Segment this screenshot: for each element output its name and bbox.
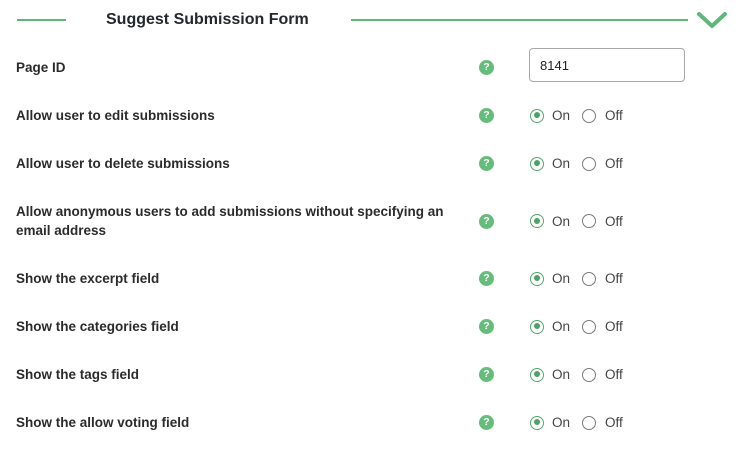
help-icon[interactable]: ?	[479, 108, 494, 123]
section-header: Suggest Submission Form	[0, 0, 740, 44]
radio-off-label[interactable]: Off	[605, 317, 623, 336]
header-divider-left	[17, 19, 66, 21]
radio-off[interactable]	[582, 415, 596, 430]
page-id-input[interactable]	[529, 48, 685, 82]
help-icon[interactable]: ?	[479, 213, 494, 229]
chevron-down-icon[interactable]	[695, 7, 729, 33]
setting-label: Allow user to delete submissions	[16, 156, 230, 171]
radio-on-label[interactable]: On	[552, 269, 570, 288]
setting-label: Show the allow voting field	[16, 415, 190, 430]
section-title: Suggest Submission Form	[106, 11, 309, 28]
radio-on-label[interactable]: On	[552, 413, 570, 432]
help-icon[interactable]: ?	[479, 415, 494, 430]
radio-off-label[interactable]: Off	[605, 106, 623, 125]
radio-off-label[interactable]: Off	[605, 413, 623, 432]
radio-off[interactable]	[582, 367, 596, 382]
radio-off[interactable]	[582, 108, 596, 123]
radio-off-label[interactable]: Off	[605, 365, 623, 384]
radio-on[interactable]	[530, 214, 544, 228]
radio-off[interactable]	[582, 156, 596, 171]
radio-on-label[interactable]: On	[552, 106, 570, 125]
help-icon[interactable]: ?	[479, 156, 494, 171]
setting-label: Allow user to edit submissions	[16, 108, 215, 123]
help-icon[interactable]: ?	[479, 60, 494, 75]
radio-off[interactable]	[582, 319, 596, 334]
header-divider-right	[351, 19, 688, 21]
help-icon[interactable]: ?	[479, 319, 494, 334]
setting-label: Page ID	[16, 60, 66, 75]
setting-label: Show the tags field	[16, 367, 140, 382]
radio-on[interactable]	[530, 367, 544, 382]
radio-on-label[interactable]: On	[552, 365, 570, 384]
radio-on[interactable]	[530, 319, 544, 334]
radio-on[interactable]	[530, 156, 544, 171]
radio-on-label[interactable]: On	[552, 154, 570, 173]
radio-off[interactable]	[582, 271, 596, 286]
radio-off-label[interactable]: Off	[605, 269, 623, 288]
radio-on[interactable]	[530, 108, 544, 123]
radio-off-label[interactable]: Off	[605, 212, 623, 231]
radio-on-label[interactable]: On	[552, 212, 570, 231]
setting-label: Show the categories field	[16, 319, 179, 334]
setting-label: Allow anonymous users to add submissions…	[16, 204, 444, 238]
help-icon[interactable]: ?	[479, 271, 494, 286]
radio-off-label[interactable]: Off	[605, 154, 623, 173]
radio-on[interactable]	[530, 271, 544, 286]
radio-off[interactable]	[582, 214, 596, 228]
help-icon[interactable]: ?	[479, 367, 494, 382]
radio-on-label[interactable]: On	[552, 317, 570, 336]
radio-on[interactable]	[530, 415, 544, 430]
setting-label: Show the excerpt field	[16, 271, 160, 286]
